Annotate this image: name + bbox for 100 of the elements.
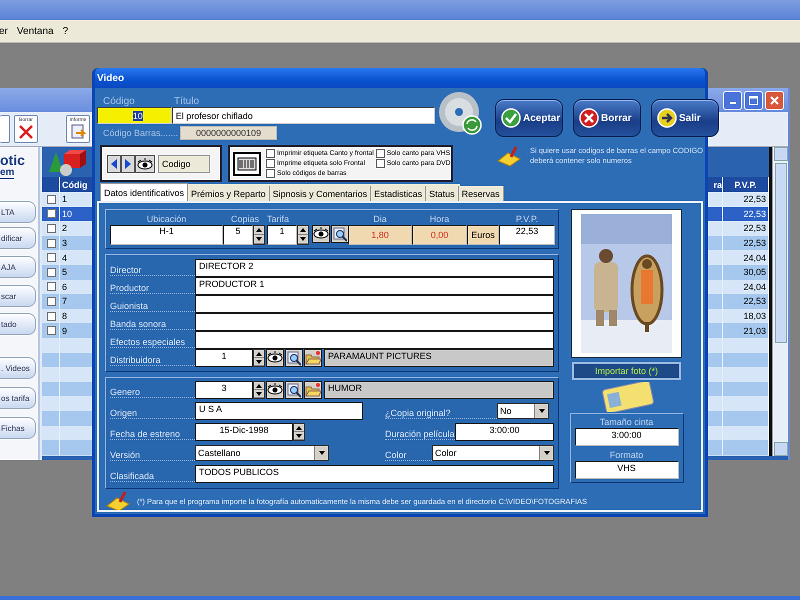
maximize-icon [749, 96, 758, 104]
checkbox[interactable] [47, 238, 56, 248]
notepad-pencil-icon [105, 490, 131, 510]
text-field[interactable]: PRODUCTOR 1 [195, 277, 554, 295]
text-field[interactable]: DIRECTOR 2 [195, 259, 554, 277]
checkbox[interactable] [47, 296, 56, 306]
rate-field[interactable]: 1 [267, 225, 297, 245]
folder-icon [304, 350, 322, 366]
date-field[interactable]: 15-Dic-1998 [195, 423, 293, 441]
field-label: Formato [610, 450, 644, 460]
side-button[interactable]: AJA [0, 256, 36, 278]
checkbox[interactable] [266, 169, 275, 178]
eye-icon [136, 156, 154, 170]
checkbox[interactable] [47, 224, 56, 233]
tab[interactable]: Reservas [458, 186, 504, 201]
checkbox[interactable] [266, 159, 275, 168]
view-button[interactable] [135, 154, 155, 172]
side-button[interactable]: scar [0, 285, 36, 307]
title-field[interactable]: El profesor chiflado [172, 107, 435, 124]
column-header: P.V.P. [514, 214, 540, 224]
field-label: Tamaño cinta [600, 417, 654, 427]
text-field[interactable] [195, 313, 554, 331]
dropdown-arrow-icon [538, 409, 544, 413]
text-field[interactable]: TODOS PUBLICOS [195, 465, 554, 483]
price-field[interactable]: 22,53 [499, 225, 555, 245]
next-button[interactable] [121, 154, 135, 172]
side-button[interactable]: LTA [0, 201, 36, 223]
checkbox[interactable] [47, 253, 56, 262]
code-field[interactable]: 10 [97, 107, 172, 124]
close-icon [770, 96, 779, 104]
view-button[interactable] [266, 381, 284, 399]
minimize-button[interactable] [723, 90, 742, 110]
minimize-icon [730, 102, 736, 104]
text-field[interactable] [195, 295, 554, 313]
toolbar-button[interactable] [0, 115, 10, 143]
checkbox[interactable] [376, 149, 385, 158]
side-button[interactable]: os tarifa [0, 387, 36, 409]
dropdown[interactable]: Color [432, 445, 554, 461]
action-button[interactable]: Aceptar [495, 99, 563, 137]
check-icon [501, 108, 521, 128]
copies-field[interactable]: 5 [223, 225, 253, 245]
spin-button[interactable] [297, 225, 309, 245]
location-field[interactable]: H-1 [110, 225, 223, 245]
spin-button[interactable] [253, 349, 265, 367]
magnifier-icon [333, 226, 347, 242]
shapes-icon [46, 148, 88, 176]
text-field[interactable]: U S A [195, 402, 363, 420]
tab[interactable]: Datos identificativos [100, 183, 188, 201]
column-header: Hora [428, 214, 450, 224]
name-field: HUMOR [324, 381, 554, 399]
barcode-field[interactable]: 0000000000109 [180, 126, 278, 140]
maximize-button[interactable] [744, 90, 763, 110]
field-label: Código [102, 96, 136, 107]
view-button[interactable] [312, 225, 330, 243]
menu-item[interactable]: Ventana [16, 26, 54, 36]
side-button[interactable]: dificar [0, 227, 36, 249]
code-field[interactable]: 3 [195, 381, 253, 399]
checkbox[interactable] [47, 194, 56, 204]
dropdown[interactable]: Castellano [195, 445, 329, 461]
folder-icon [304, 382, 322, 398]
barcode-label-icon [233, 152, 261, 176]
side-button[interactable]: tado [0, 313, 36, 335]
code-field[interactable]: 1 [195, 349, 253, 367]
checkbox[interactable] [47, 209, 56, 218]
side-button[interactable]: . Videos [0, 357, 36, 379]
checkbox[interactable] [47, 268, 56, 277]
search-button[interactable] [285, 349, 303, 367]
duration-field[interactable]: 3:00:00 [455, 423, 554, 441]
previous-button[interactable] [107, 154, 121, 172]
search-button[interactable] [285, 381, 303, 399]
checkbox[interactable] [266, 149, 275, 158]
field-label: Código Barras....... [102, 128, 180, 138]
checkbox[interactable] [376, 159, 385, 168]
dropdown[interactable]: No [497, 403, 549, 419]
day-price-field: 1,80 [348, 225, 412, 245]
side-button[interactable]: Fichas [0, 417, 36, 439]
search-button[interactable] [331, 225, 349, 243]
spin-button[interactable] [293, 423, 305, 441]
import-photo-button[interactable]: Importar foto (*) [572, 362, 681, 380]
action-button[interactable]: Salir [651, 99, 719, 137]
spin-button[interactable] [253, 381, 265, 399]
checkbox[interactable] [47, 282, 56, 292]
action-button[interactable]: Borrar [573, 99, 641, 137]
checkbox[interactable] [47, 312, 56, 321]
tab[interactable]: Sipnosis y Comentarios [270, 186, 372, 201]
notepad-pencil-icon [496, 145, 522, 167]
column-header: Ubicación [146, 214, 188, 224]
view-button[interactable] [266, 349, 284, 367]
close-button[interactable] [765, 90, 784, 110]
text-field[interactable] [195, 331, 554, 349]
menu-item[interactable]: ? [62, 26, 68, 36]
spin-button[interactable] [253, 225, 265, 245]
disc-icon [437, 90, 483, 136]
hour-price-field: 0,00 [412, 225, 467, 245]
logo-text: otic [0, 153, 25, 167]
checkbox[interactable] [47, 326, 56, 336]
folder-button[interactable] [304, 381, 322, 399]
format-field: VHS [574, 461, 678, 479]
toolbar-cross-icon [16, 123, 36, 141]
folder-button[interactable] [304, 349, 322, 367]
